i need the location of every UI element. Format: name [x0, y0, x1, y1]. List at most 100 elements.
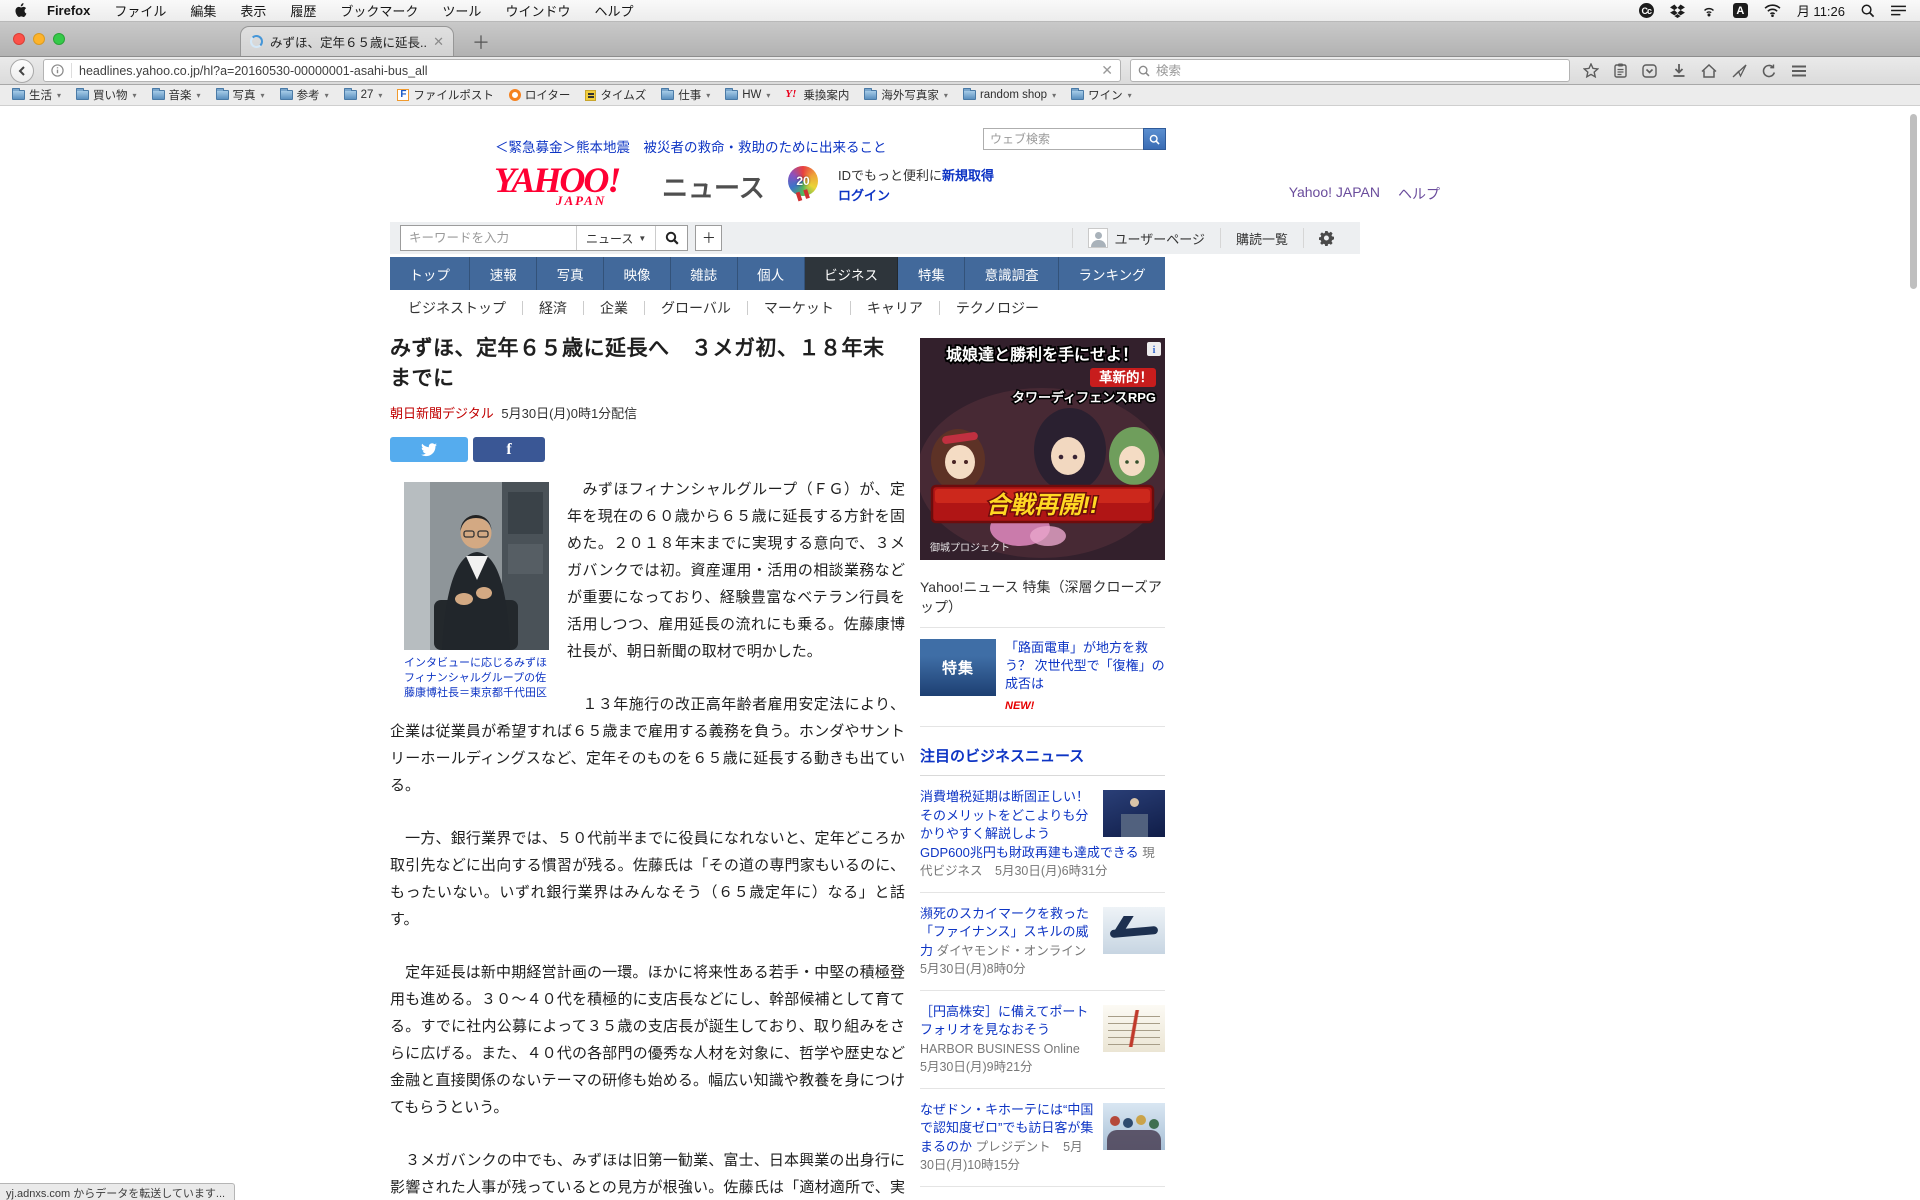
hotspot-icon[interactable] — [1701, 4, 1717, 17]
ad-banner[interactable]: 城娘達と勝利を手にせよ！ 革新的！ タワーディフェンスRPG 合戦再開!! 御城… — [920, 338, 1165, 560]
subnav-item[interactable]: マーケット — [746, 300, 850, 315]
signup-link[interactable]: 新規取得 — [942, 168, 994, 183]
bookmark-item[interactable]: 参考 ▾ — [279, 87, 329, 103]
bookmark-item[interactable]: HW ▾ — [725, 88, 770, 101]
address-bar[interactable]: ✕ — [43, 59, 1121, 82]
input-source-icon[interactable]: A — [1732, 3, 1748, 18]
subnav-item[interactable]: キャリア — [849, 300, 939, 315]
help-link[interactable]: ヘルプ — [1398, 184, 1440, 204]
bookmark-item[interactable]: 写真 ▾ — [215, 87, 265, 103]
bookmark-item[interactable]: 乗換案内 ▾ — [785, 87, 849, 103]
nav-tab[interactable]: 特集 — [898, 257, 966, 290]
browser-search-bar[interactable] — [1130, 59, 1570, 82]
menubar-menu-item[interactable]: 履歴 — [290, 1, 316, 20]
browser-tab[interactable]: みずほ、定年６５歳に延長... ✕ — [240, 26, 454, 56]
bookmark-item[interactable]: 音楽 ▾ — [151, 87, 201, 103]
new-tab-button[interactable]: ＋ — [472, 29, 490, 55]
bookmark-item[interactable]: タイムズ ▾ — [585, 87, 646, 103]
menubar-menu-item[interactable]: 表示 — [240, 1, 266, 20]
user-page-link[interactable]: ユーザーページ — [1071, 228, 1220, 248]
nav-tab[interactable]: ランキング — [1059, 257, 1165, 290]
creative-cloud-icon[interactable]: Cc — [1638, 3, 1654, 18]
share-icon[interactable] — [1732, 64, 1747, 78]
nav-tab[interactable]: 個人 — [738, 257, 805, 290]
reader-clipboard-icon[interactable] — [1614, 63, 1627, 78]
back-button[interactable] — [10, 58, 34, 83]
clear-url-icon[interactable]: ✕ — [1101, 62, 1113, 79]
downloads-icon[interactable] — [1672, 63, 1686, 78]
pocket-icon[interactable] — [1642, 63, 1657, 78]
add-search-tab-button[interactable]: ＋ — [695, 225, 723, 251]
nav-tab[interactable]: 写真 — [537, 257, 605, 290]
bookmark-item[interactable]: 生活 ▾ — [12, 87, 61, 103]
bookmark-item[interactable]: 27 ▾ — [343, 88, 382, 101]
menubar-app-name[interactable]: Firefox — [47, 3, 90, 18]
subnav-item[interactable]: ビジネストップ — [392, 301, 522, 315]
dropbox-icon[interactable] — [1669, 4, 1685, 18]
home-icon[interactable] — [1701, 63, 1717, 78]
bookmark-item[interactable]: ワイン ▾ — [1071, 87, 1132, 103]
news-thumbnail[interactable] — [1103, 1004, 1165, 1052]
spotlight-icon[interactable] — [1861, 4, 1875, 18]
web-search-button[interactable] — [1143, 128, 1166, 150]
bookmark-item[interactable]: random shop ▾ — [962, 88, 1056, 101]
nav-tab[interactable]: 速報 — [470, 257, 538, 290]
menubar-clock[interactable]: 月 11:26 — [1797, 1, 1845, 20]
media-source-link[interactable]: 朝日新聞デジタル — [390, 406, 494, 421]
feature-thumbnail[interactable]: 特集 — [920, 639, 996, 696]
keyword-search-input[interactable] — [401, 226, 576, 250]
menubar-menu-item[interactable]: 編集 — [190, 1, 216, 20]
subscriptions-link[interactable]: 購読一覧 — [1219, 228, 1303, 248]
tab-close-icon[interactable]: ✕ — [433, 35, 444, 48]
twitter-share-button[interactable] — [390, 437, 468, 462]
nav-tab[interactable]: ビジネス — [804, 257, 899, 290]
bookmark-star-icon[interactable] — [1583, 63, 1599, 78]
wifi-icon[interactable] — [1764, 4, 1781, 17]
browser-search-input[interactable] — [1156, 63, 1562, 78]
news-thumbnail[interactable] — [1103, 906, 1165, 954]
subnav-item[interactable]: グローバル — [644, 300, 747, 315]
zoom-window-button[interactable] — [53, 33, 65, 45]
news-thumbnail[interactable] — [1103, 790, 1165, 837]
apple-menu-icon[interactable] — [14, 3, 27, 18]
menubar-menu-item[interactable]: ブックマーク — [340, 1, 418, 20]
facebook-share-button[interactable]: f — [473, 437, 545, 462]
menubar-menu-item[interactable]: ヘルプ — [594, 1, 633, 20]
bookmark-item[interactable]: 買い物 ▾ — [76, 87, 137, 103]
nav-tab[interactable]: トップ — [390, 257, 471, 290]
minimize-window-button[interactable] — [33, 33, 45, 45]
notification-center-icon[interactable] — [1891, 4, 1906, 17]
page-scrollbar-thumb[interactable] — [1910, 114, 1917, 289]
news-thumbnail[interactable] — [1103, 1102, 1165, 1150]
bookmark-item[interactable]: 仕事 ▾ — [661, 87, 710, 103]
bookmark-item[interactable]: ロイター ▾ — [508, 87, 570, 103]
menubar-menu-item[interactable]: ツール — [442, 1, 481, 20]
yahoo-japan-logo[interactable]: YAHOO! JAPAN — [494, 160, 659, 212]
news-search-button[interactable] — [655, 226, 687, 250]
nav-tab[interactable]: 映像 — [604, 257, 671, 290]
subnav-item[interactable]: 経済 — [522, 300, 583, 315]
article-photo[interactable] — [404, 482, 549, 650]
donation-link[interactable]: ＜緊急募金＞熊本地震 被災者の救命・救助のために出来ること — [495, 136, 887, 156]
url-input[interactable] — [79, 63, 1095, 78]
news-title-link[interactable]: ［円高株安］に備えてポートフォリオを見なおそう — [920, 1004, 1088, 1038]
yahoo-japan-link[interactable]: Yahoo! JAPAN — [1289, 184, 1380, 204]
settings-gear-button[interactable] — [1303, 228, 1350, 248]
menubar-menu-item[interactable]: ファイル — [114, 1, 166, 20]
login-link[interactable]: ログイン — [838, 188, 890, 203]
subnav-item[interactable]: テクノロジー — [938, 300, 1055, 315]
menu-hamburger-icon[interactable] — [1791, 65, 1807, 77]
bookmark-item[interactable]: 海外写真家 ▾ — [864, 87, 948, 103]
search-scope-dropdown[interactable]: ニュース ▼ — [576, 226, 655, 250]
web-search-input[interactable] — [983, 128, 1143, 150]
site-info-icon[interactable] — [51, 64, 64, 77]
nav-tab[interactable]: 雑誌 — [671, 257, 738, 290]
sync-icon[interactable] — [1762, 64, 1776, 78]
menubar-menu-item[interactable]: ウインドウ — [505, 1, 570, 20]
bookmark-item[interactable]: ファイルポスト ▾ — [397, 87, 494, 103]
feature-title-link[interactable]: 「路面電車」が地方を救う？ 次世代型で「復権」の成否は — [1005, 640, 1165, 691]
nav-tab[interactable]: 意識調査 — [965, 257, 1060, 290]
subnav-item[interactable]: 企業 — [583, 300, 644, 315]
service-name[interactable]: ニュース — [662, 168, 765, 205]
feature-item[interactable]: 特集 「路面電車」が地方を救う？ 次世代型で「復権」の成否は NEW! — [920, 627, 1165, 727]
